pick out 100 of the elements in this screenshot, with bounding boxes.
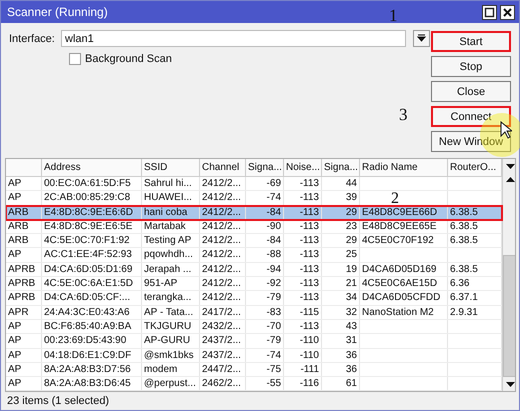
table-cell: 36 [322, 362, 360, 376]
scroll-thumb[interactable] [503, 255, 515, 377]
table-cell: AP [6, 362, 42, 376]
maximize-button[interactable] [482, 4, 497, 20]
column-header[interactable]: Channel [200, 159, 246, 176]
table-row[interactable]: AP AC:C1:EE:4F:52:93 pqowhdh... 2412/2... -88 -113 25 [6, 248, 502, 263]
button[interactable]: Connect [431, 106, 511, 127]
table-cell: 8A:2A:A8:B3:D6:45 [42, 377, 142, 390]
table-cell: 2417/2... [200, 306, 246, 319]
table-cell: -115 [284, 306, 322, 319]
table-cell: D4CA6D05D169 [360, 262, 448, 276]
table-cell: Martabak [142, 220, 200, 234]
interface-field[interactable]: wlan1 [61, 30, 406, 47]
table-cell: modem [142, 362, 200, 376]
table-cell: -113 [284, 220, 322, 234]
table-cell: 951-AP [142, 277, 200, 290]
checkbox[interactable] [69, 53, 81, 65]
mouse-pointer-icon [500, 121, 512, 139]
column-header[interactable]: Signa... [322, 159, 360, 176]
table-cell: D4:CA:6D:05:D1:69 [42, 262, 142, 276]
table-cell: 24:A4:3C:E0:43:A6 [42, 306, 142, 319]
button[interactable]: New Window [431, 131, 511, 152]
table-cell: Jerapah ... [142, 262, 200, 276]
table-cell: -55 [246, 377, 284, 390]
table-cell: 4C5E0C6AE15D [360, 277, 448, 290]
table-cell: -88 [246, 248, 284, 262]
table-cell: BC:F6:85:40:A9:BA [42, 320, 142, 334]
table-cell: ARB [6, 220, 42, 234]
table-cell: 4C:5E:0C:70:F1:92 [42, 234, 142, 248]
table-cell: -83 [246, 306, 284, 319]
table-cell: 2412/2... [200, 277, 246, 290]
table-cell: -74 [246, 348, 284, 362]
table-cell: 8A:2A:A8:B3:D7:56 [42, 362, 142, 376]
table-cell: 4C:5E:0C:6A:E1:5D [42, 277, 142, 290]
table-cell: -84 [246, 234, 284, 248]
table-cell: 2412/2... [200, 262, 246, 276]
table-cell: E4:8D:8C:9E:E6:6D [42, 206, 142, 219]
table-cell: 25 [322, 248, 360, 262]
scrollbar[interactable] [502, 159, 515, 391]
table-row[interactable]: ARB 4C:5E:0C:70:F1:92 Testing AP 2412/2... -84 -113 29 4C5E0C70F192 6.38.5 [6, 234, 502, 248]
table-cell: 6.38.5 [448, 206, 502, 219]
table-cell: AC:C1:EE:4F:52:93 [42, 248, 142, 262]
column-header[interactable]: SSID [142, 159, 200, 176]
table-cell: 2412/2... [200, 220, 246, 234]
table-cell: Sahrul hi... [142, 177, 200, 190]
column-header[interactable]: Signa... [246, 159, 284, 176]
table-row[interactable]: ARB E4:8D:8C:9E:E6:5E Martabak 2412/2... -90 -113 23 E48D8C9EE65E 6.38.5 [6, 220, 502, 234]
table-cell: 2412/2... [200, 177, 246, 190]
table-cell: 31 [322, 334, 360, 348]
close-button[interactable] [500, 4, 515, 20]
table-cell: terangka... [142, 291, 200, 305]
table-cell: -111 [284, 362, 322, 376]
table-cell: 29 [322, 206, 360, 219]
button[interactable]: Start [431, 31, 511, 52]
table-cell: AP [6, 320, 42, 334]
table-cell: TKJGURU [142, 320, 200, 334]
table-cell: 2412/2... [200, 248, 246, 262]
annotation-number: 3 [399, 105, 408, 125]
table-cell: -113 [284, 206, 322, 219]
table-cell: ARB [6, 206, 42, 219]
table-cell: -70 [246, 320, 284, 334]
table-row[interactable]: AP BC:F6:85:40:A9:BA TKJGURU 2432/2... -70 -113 43 [6, 320, 502, 334]
table-row[interactable]: AP 04:18:D6:E1:C9:DF @smk1bks 2437/2... -74 -110 36 [6, 348, 502, 363]
table-row[interactable]: APRB D4:CA:6D:05:CF:... terangka... 2412/2... -79 -113 34 D4CA6D05CFDD 6.37.1 [6, 291, 502, 306]
table-cell: AP-GURU [142, 334, 200, 348]
table-cell: AP - Tata... [142, 306, 200, 319]
table-row[interactable]: AP 00:23:69:D5:43:90 AP-GURU 2437/2... -79 -110 31 [6, 334, 502, 349]
column-header[interactable]: Radio Name [360, 159, 448, 176]
table-cell: Testing AP [142, 234, 200, 248]
button[interactable]: Close [431, 81, 511, 102]
table-cell: -79 [246, 291, 284, 305]
table-row[interactable]: ARB E4:8D:8C:9E:E6:6D hani coba 2412/2... -84 -113 29 E48D8C9EE66D 6.38.5 [6, 206, 502, 220]
table-cell: 2437/2... [200, 334, 246, 348]
table-row[interactable]: AP 00:EC:0A:61:5D:F5 Sahrul hi... 2412/2... -69 -113 44 [6, 177, 502, 192]
table-cell: -79 [246, 334, 284, 348]
field-label: Interface: [9, 32, 56, 44]
table-cell: -94 [246, 262, 284, 276]
table-cell: 2412/2... [200, 234, 246, 248]
table-row[interactable]: AP 8A:2A:A8:B3:D7:56 modem 2447/2... -75 -111 36 [6, 362, 502, 378]
table-cell: ARB [6, 234, 42, 248]
table-row[interactable]: APR 24:A4:3C:E0:43:A6 AP - Tata... 2417/2... -83 -115 32 NanoStation M2 2.9.31 [6, 306, 502, 320]
window-title: Scanner (Running) [7, 5, 108, 19]
table-cell: -69 [246, 177, 284, 190]
table-row[interactable]: AP 8A:2A:A8:B3:D6:45 @perpust... 2462/2... -55 -116 61 [6, 377, 502, 391]
button[interactable]: Stop [431, 56, 511, 77]
column-header[interactable]: Address [42, 159, 142, 176]
table-row[interactable]: APRB 4C:5E:0C:6A:E1:5D 951-AP 2412/2... -92 -113 21 4C5E0C6AE15D 6.36 [6, 277, 502, 292]
table-cell: E48D8C9EE65E [360, 220, 448, 234]
dropdown-icon[interactable] [413, 30, 430, 47]
table-row[interactable]: APRB D4:CA:6D:05:D1:69 Jerapah ... 2412/2... -94 -113 19 D4CA6D05D169 6.38.5 [6, 262, 502, 278]
table-cell: -110 [284, 348, 322, 362]
table-cell: -113 [284, 177, 322, 190]
column-header[interactable]: Noise... [284, 159, 322, 176]
table-cell: APRB [6, 291, 42, 305]
table-cell: -75 [246, 362, 284, 376]
table-cell: -113 [284, 291, 322, 305]
table-cell: -90 [246, 220, 284, 234]
table-cell: -113 [284, 320, 322, 334]
table-cell: 2432/2... [200, 320, 246, 334]
table-cell: -113 [284, 248, 322, 262]
